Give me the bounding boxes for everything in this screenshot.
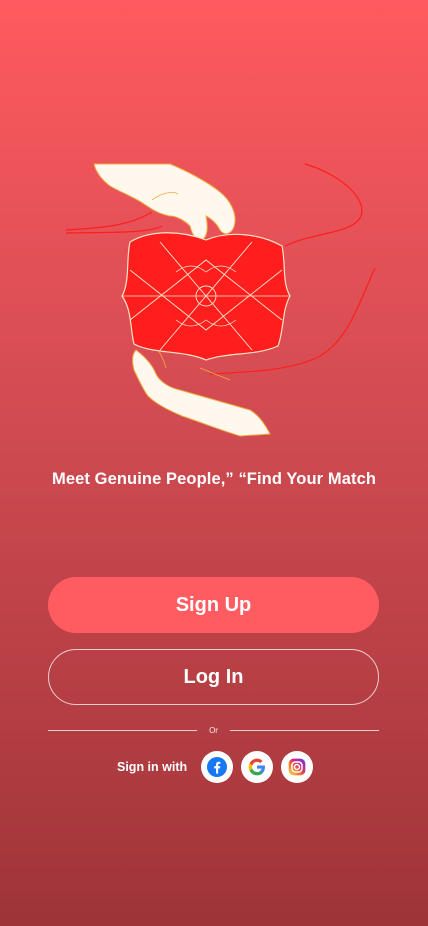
log-in-button[interactable]: Log In [48, 649, 379, 705]
instagram-button[interactable] [281, 751, 314, 783]
divider-line-left [48, 729, 198, 731]
tagline-text: Meet Genuine People,” “Find Your Match [51, 470, 377, 488]
or-divider: Or [48, 722, 380, 738]
social-signin-row: Sign in with [117, 751, 321, 783]
divider-line-right [229, 729, 380, 731]
sign-up-button[interactable]: Sign Up [48, 577, 379, 633]
facebook-icon [207, 757, 228, 777]
facebook-button[interactable] [201, 751, 234, 783]
google-button[interactable] [241, 751, 274, 783]
hero-illustration [65, 163, 376, 437]
welcome-screen: Meet Genuine People,” “Find Your Match S… [0, 0, 428, 926]
pattern-tile-icon [121, 232, 291, 361]
sign-in-with-label: Sign in with [117, 760, 188, 774]
or-label: Or [209, 725, 218, 735]
google-icon [248, 758, 266, 776]
instagram-icon [288, 758, 306, 776]
